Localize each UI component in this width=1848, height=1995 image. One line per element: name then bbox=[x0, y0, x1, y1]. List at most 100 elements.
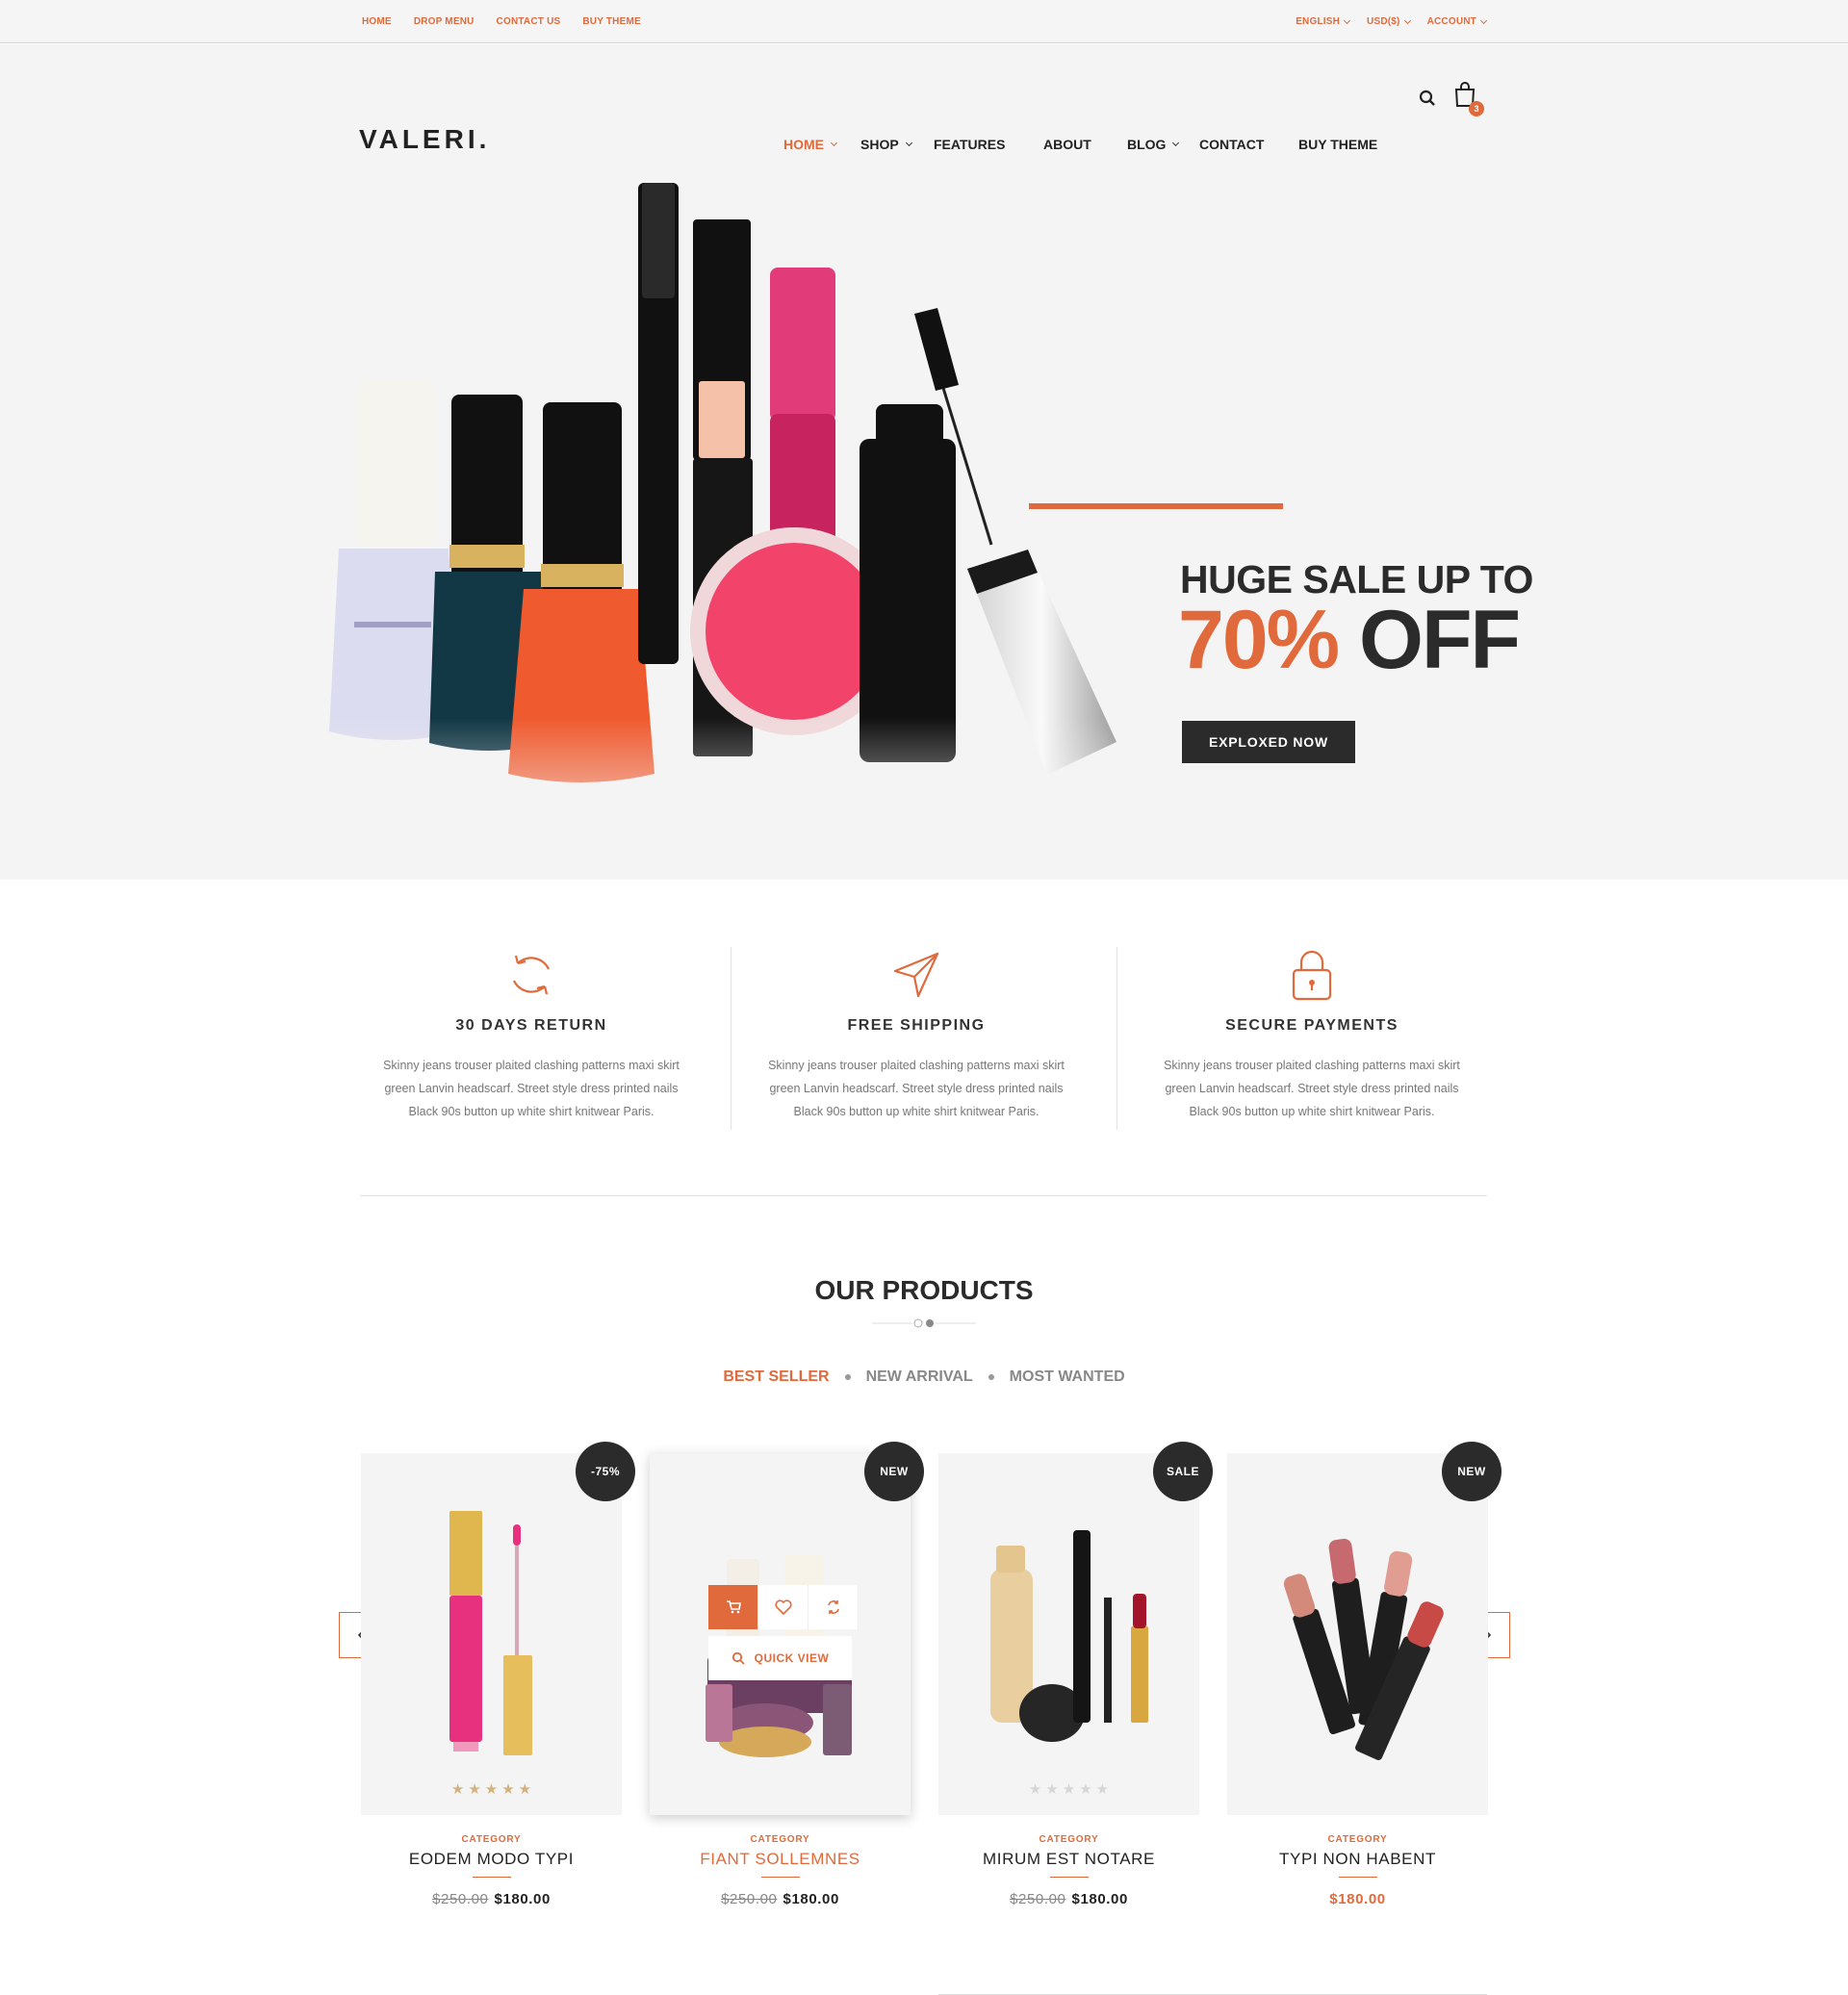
nav-home[interactable]: HOME bbox=[783, 137, 838, 152]
account-dropdown[interactable]: ACCOUNT bbox=[1426, 16, 1488, 27]
star-icon: ★ bbox=[1079, 1781, 1092, 1798]
separator-dot bbox=[988, 1374, 994, 1380]
top-bar-right-links: ENGLISH USD($) ACCOUNT bbox=[1296, 16, 1488, 27]
chevron-down-icon bbox=[1344, 16, 1351, 24]
rating-stars: ★ ★ ★ ★ ★ bbox=[361, 1780, 622, 1798]
account-label: ACCOUNT bbox=[1426, 16, 1476, 27]
product-card[interactable]: -75% ★ ★ ★ ★ ★ CATEGORY EODEM MODO TYPI … bbox=[361, 1442, 635, 1907]
old-price: $250.00 bbox=[432, 1891, 489, 1907]
feature-text: Skinny jeans trouser plaited clashing pa… bbox=[1164, 1059, 1460, 1118]
product-price: $250.00 $180.00 bbox=[361, 1891, 622, 1907]
top-bar-left-links: HOME DROP MENU CONTACT US BUY THEME bbox=[362, 16, 641, 27]
old-price: $250.00 bbox=[1010, 1891, 1066, 1907]
cart-button[interactable]: 3 bbox=[1453, 81, 1484, 116]
star-icon: ★ bbox=[501, 1781, 515, 1798]
lipsticks-image bbox=[1283, 1538, 1444, 1760]
currency-dropdown[interactable]: USD($) bbox=[1367, 16, 1411, 27]
nav-shop[interactable]: SHOP bbox=[860, 137, 912, 152]
hero-banner: VALERI. HOME SHOP FEATURES ABOUT BLOG CO… bbox=[0, 44, 1848, 880]
product-image[interactable]: -75% ★ ★ ★ ★ ★ bbox=[361, 1442, 635, 1815]
hero-cta-button[interactable]: EXPLOXED NOW bbox=[1182, 721, 1355, 763]
feature-text: Skinny jeans trouser plaited clashing pa… bbox=[383, 1059, 680, 1118]
star-icon: ★ bbox=[1062, 1781, 1076, 1798]
skincare-set-image bbox=[706, 1555, 852, 1757]
tab-new-arrival[interactable]: NEW ARRIVAL bbox=[866, 1368, 973, 1386]
compare-button[interactable] bbox=[808, 1585, 859, 1629]
product-card[interactable]: SALE ★ ★ ★ ★ ★ CATEGORY MIRUM EST NOTARE… bbox=[938, 1442, 1213, 1907]
product-category[interactable]: CATEGORY bbox=[1227, 1834, 1488, 1845]
product-price: $250.00 $180.00 bbox=[650, 1891, 911, 1907]
tab-best-seller[interactable]: BEST SELLER bbox=[723, 1368, 829, 1386]
old-price: $250.00 bbox=[721, 1891, 778, 1907]
product-card[interactable]: NEW CATEGORY TYPI NON HABENT $180.00 bbox=[1227, 1442, 1502, 1907]
star-icon: ★ bbox=[518, 1781, 532, 1798]
star-icon: ★ bbox=[1045, 1781, 1059, 1798]
search-button[interactable] bbox=[1419, 90, 1436, 112]
hero-discount: 70% OFF bbox=[1178, 593, 1521, 688]
nav-features[interactable]: FEATURES bbox=[934, 137, 1005, 152]
product-name[interactable]: MIRUM EST NOTARE bbox=[938, 1850, 1199, 1869]
nav-blog[interactable]: BLOG bbox=[1127, 137, 1180, 152]
product-image[interactable]: SALE ★ ★ ★ ★ ★ bbox=[938, 1442, 1213, 1815]
new-price: $180.00 bbox=[1071, 1891, 1128, 1907]
feature-title: SECURE PAYMENTS bbox=[1225, 1017, 1399, 1034]
section-title: OUR PRODUCTS bbox=[814, 1275, 1034, 1305]
new-badge: NEW bbox=[864, 1442, 924, 1501]
cart-icon bbox=[726, 1600, 741, 1614]
product-category[interactable]: CATEGORY bbox=[650, 1834, 911, 1845]
nav-contact[interactable]: CONTACT bbox=[1199, 137, 1264, 152]
price: $180.00 bbox=[1329, 1891, 1386, 1907]
feature-returns: 30 DAYS RETURN Skinny jeans trouser plai… bbox=[339, 946, 724, 1123]
feature-shipping: FREE SHIPPING Skinny jeans trouser plait… bbox=[724, 946, 1109, 1123]
underline bbox=[472, 1877, 511, 1878]
add-to-cart-button[interactable] bbox=[708, 1585, 758, 1629]
hero-off: OFF bbox=[1359, 594, 1521, 686]
refresh-icon bbox=[339, 946, 724, 1004]
heart-icon bbox=[774, 1599, 792, 1615]
product-actions bbox=[708, 1585, 859, 1629]
feature-title: 30 DAYS RETURN bbox=[455, 1017, 607, 1034]
top-link-home[interactable]: HOME bbox=[362, 16, 392, 27]
chevron-down-icon bbox=[1172, 139, 1180, 147]
tab-most-wanted[interactable]: MOST WANTED bbox=[1010, 1368, 1125, 1386]
main-nav: HOME SHOP FEATURES ABOUT BLOG CONTACT BU… bbox=[0, 137, 1848, 156]
sale-badge: SALE bbox=[1153, 1442, 1213, 1501]
product-image[interactable]: NEW bbox=[1227, 1442, 1502, 1815]
separator-dot bbox=[844, 1374, 851, 1380]
product-category[interactable]: CATEGORY bbox=[938, 1834, 1199, 1845]
wishlist-button[interactable] bbox=[758, 1585, 808, 1629]
nav-home-label: HOME bbox=[783, 137, 824, 152]
star-icon: ★ bbox=[484, 1781, 499, 1798]
product-category[interactable]: CATEGORY bbox=[361, 1834, 622, 1845]
chevron-down-icon bbox=[905, 139, 912, 147]
chevron-down-icon bbox=[1479, 16, 1488, 24]
new-price: $180.00 bbox=[783, 1891, 839, 1907]
quick-view-label: QUICK VIEW bbox=[754, 1651, 830, 1665]
underline bbox=[760, 1877, 800, 1878]
nav-about[interactable]: ABOUT bbox=[1043, 137, 1091, 152]
search-icon bbox=[1419, 90, 1435, 106]
page: HOME DROP MENU CONTACT US BUY THEME ENGL… bbox=[0, 0, 1848, 1995]
product-name[interactable]: TYPI NON HABENT bbox=[1227, 1850, 1488, 1869]
product-price: $250.00 $180.00 bbox=[938, 1891, 1199, 1907]
star-icon: ★ bbox=[1095, 1781, 1110, 1798]
top-link-contact-us[interactable]: CONTACT US bbox=[497, 16, 561, 27]
chevron-down-icon bbox=[1403, 16, 1411, 24]
top-link-buy-theme[interactable]: BUY THEME bbox=[582, 16, 641, 27]
quick-view-button[interactable]: QUICK VIEW bbox=[708, 1636, 852, 1680]
nav-blog-label: BLOG bbox=[1127, 137, 1167, 152]
top-link-drop-menu[interactable]: DROP MENU bbox=[414, 16, 475, 27]
product-name[interactable]: EODEM MODO TYPI bbox=[361, 1850, 622, 1869]
language-label: ENGLISH bbox=[1296, 16, 1341, 27]
nav-shop-label: SHOP bbox=[860, 137, 899, 152]
nav-buy-theme[interactable]: BUY THEME bbox=[1298, 137, 1377, 152]
product-image[interactable]: NEW QUICK VIEW bbox=[650, 1442, 924, 1815]
star-icon: ★ bbox=[1028, 1781, 1042, 1798]
product-name[interactable]: FIANT SOLLEMNES bbox=[650, 1850, 911, 1869]
underline bbox=[1338, 1877, 1377, 1878]
paper-plane-icon bbox=[724, 946, 1109, 1004]
product-card[interactable]: NEW QUICK VIEW CATEGORY FIANT SOLLEMNES bbox=[650, 1442, 924, 1907]
feature-title: FREE SHIPPING bbox=[847, 1017, 986, 1034]
star-icon: ★ bbox=[450, 1781, 465, 1798]
language-dropdown[interactable]: ENGLISH bbox=[1296, 16, 1351, 27]
